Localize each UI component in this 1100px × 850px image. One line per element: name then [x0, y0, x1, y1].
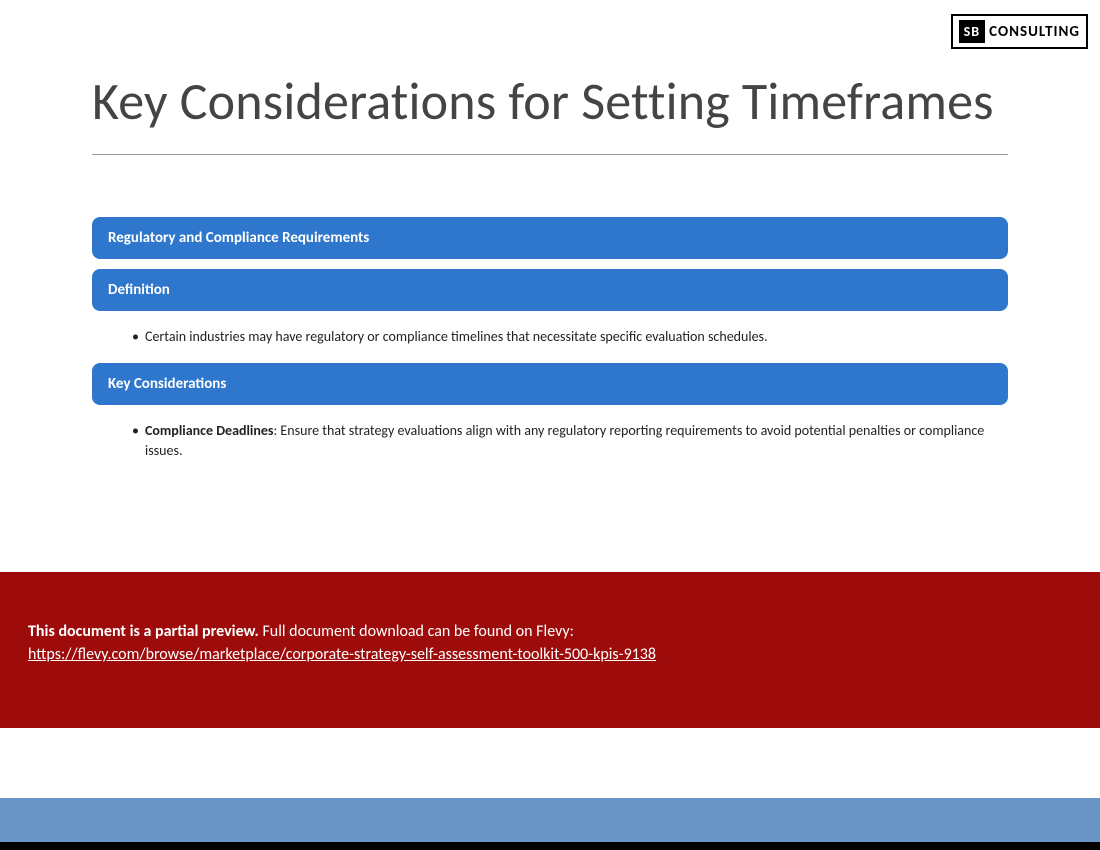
consideration-bullet: Compliance Deadlines: Ensure that strate… — [132, 421, 1008, 462]
page-title: Key Considerations for Setting Timeframe… — [92, 72, 1008, 132]
logo-text: CONSULTING — [989, 23, 1080, 41]
footer-blue-bar — [0, 798, 1100, 842]
preview-rest: Full document download can be found on F… — [259, 622, 574, 641]
considerations-bullet-area: Compliance Deadlines: Ensure that strate… — [92, 415, 1008, 474]
section-header-definition: Definition — [92, 269, 1008, 311]
preview-text-line: This document is a partial preview. Full… — [28, 620, 1072, 643]
content-area: Regulatory and Compliance Requirements D… — [0, 155, 1100, 474]
title-area: Key Considerations for Setting Timeframe… — [0, 0, 1100, 155]
section-header-regulatory: Regulatory and Compliance Requirements — [92, 217, 1008, 259]
consideration-bold: Compliance Deadlines — [145, 422, 274, 439]
preview-banner: This document is a partial preview. Full… — [0, 572, 1100, 728]
definition-bullet: Certain industries may have regulatory o… — [132, 327, 1008, 347]
consideration-text: Compliance Deadlines: Ensure that strate… — [145, 421, 1008, 462]
footer-black-bar — [0, 842, 1100, 850]
brand-logo: SB CONSULTING — [951, 14, 1088, 49]
definition-bullet-area: Certain industries may have regulatory o… — [92, 321, 1008, 359]
preview-bold: This document is a partial preview. — [28, 622, 259, 641]
logo-badge: SB — [959, 20, 985, 43]
slide-container: SB CONSULTING Key Considerations for Set… — [0, 0, 1100, 850]
definition-text: Certain industries may have regulatory o… — [145, 327, 768, 347]
preview-link[interactable]: https://flevy.com/browse/marketplace/cor… — [28, 645, 656, 664]
section-header-considerations: Key Considerations — [92, 363, 1008, 405]
